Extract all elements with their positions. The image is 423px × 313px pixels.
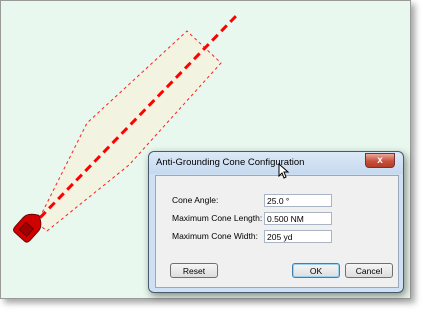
- max-cone-width-label: Maximum Cone Width:: [172, 231, 258, 241]
- cancel-button[interactable]: Cancel: [345, 263, 393, 278]
- max-cone-length-label: Maximum Cone Length:: [172, 213, 263, 223]
- dialog-title-bar[interactable]: Anti-Grounding Cone Configuration x: [149, 152, 403, 174]
- max-cone-width-field[interactable]: [264, 230, 332, 243]
- max-cone-length-field[interactable]: [264, 212, 332, 225]
- close-icon: x: [377, 155, 383, 166]
- cone-angle-label: Cone Angle:: [172, 195, 219, 205]
- cone-angle-field[interactable]: [264, 194, 332, 207]
- dialog-client-area: Cone Angle: Maximum Cone Length: Maximum…: [155, 175, 399, 288]
- mouse-cursor-icon: [278, 163, 290, 179]
- anti-grounding-dialog: Anti-Grounding Cone Configuration x Cone…: [148, 151, 404, 293]
- close-button[interactable]: x: [365, 153, 395, 168]
- ok-button[interactable]: OK: [292, 263, 340, 278]
- reset-button[interactable]: Reset: [170, 263, 218, 278]
